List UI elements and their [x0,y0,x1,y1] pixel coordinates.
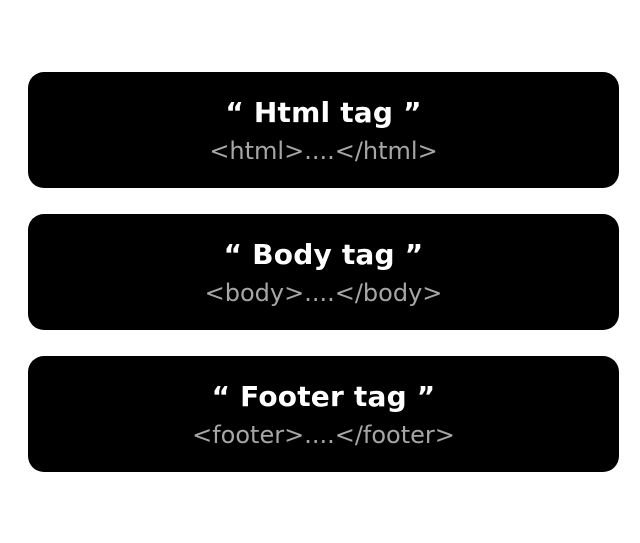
html-tag-title: “ Html tag ” [225,96,422,129]
footer-tag-title: “ Footer tag ” [211,380,436,413]
body-tag-title: “ Body tag ” [223,238,424,271]
footer-tag-card: “ Footer tag ” <footer>....</footer> [28,356,619,472]
body-tag-card: “ Body tag ” <body>....</body> [28,214,619,330]
tag-card-list: “ Html tag ” <html>....</html> “ Body ta… [28,72,619,472]
html-tag-card: “ Html tag ” <html>....</html> [28,72,619,188]
html-tag-code: <html>....</html> [209,137,438,165]
footer-tag-code: <footer>....</footer> [192,421,455,449]
body-tag-code: <body>....</body> [204,279,443,307]
